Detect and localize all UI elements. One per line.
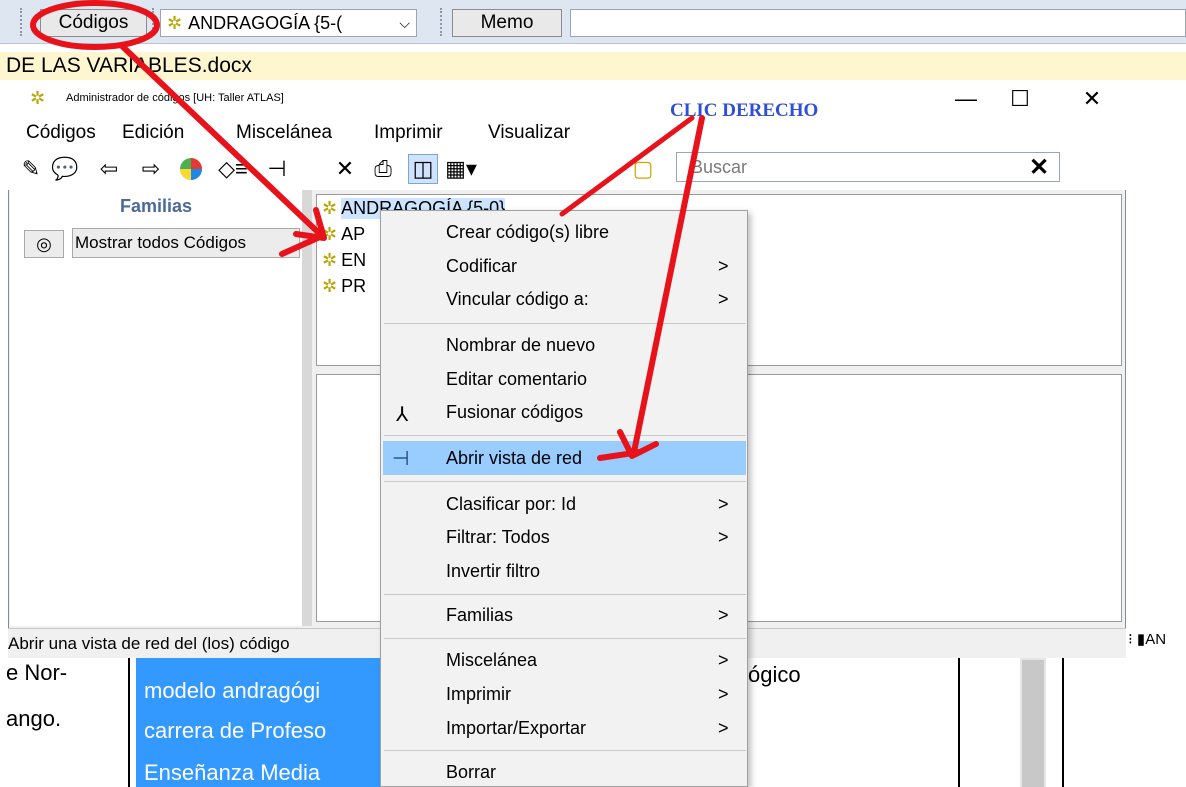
arrow-right-icon[interactable]: ⇨ [136,154,166,184]
code-sun-icon: ✲ [322,197,338,218]
menu-item-invertir-filtro[interactable]: Invertir filtro [446,561,540,582]
search-input[interactable]: Buscar [676,152,1060,182]
menu-edicion[interactable]: Edición [122,122,184,144]
menu-separator [384,750,746,751]
window-title: Administrador de códigos [UH: Taller ATL… [66,92,284,104]
comment-icon[interactable]: 💬 [50,154,80,184]
app-icon: ✲ [30,88,46,108]
chevron-right-icon: > [718,718,729,738]
code-list-icon[interactable]: ◇≡ [218,154,248,184]
code-label: EN [341,249,367,270]
menu-imprimir[interactable]: Imprimir [374,122,443,144]
chevron-right-icon: > [718,256,729,276]
memo-field[interactable] [570,9,1186,37]
toolbar-grip[interactable] [152,8,156,36]
code-label: AP [341,223,366,244]
chevron-right-icon: > [718,650,729,670]
menu-item-borrar[interactable]: Borrar [446,762,496,783]
menu-item-crear-codigo[interactable]: Crear código(s) libre [446,222,609,243]
document-text: ango. [6,706,62,731]
menu-item-imprimir[interactable]: Imprimir [446,684,511,705]
document-text: carrera de Profeso [144,718,327,743]
clear-search-icon[interactable]: ✕ [1024,153,1054,181]
new-code-icon[interactable]: ✎ [16,154,46,184]
menu-separator [384,594,746,595]
document-title: DE LAS VARIABLES.docx [0,52,1186,80]
show-all-codes-button[interactable]: Mostrar todos Códigos [72,228,300,258]
code-sun-icon: ✲ [322,223,338,244]
menu-separator [384,323,746,324]
codigos-button[interactable]: Códigos [40,9,147,37]
network-view-icon: ⊣ [392,448,410,470]
document-text: Enseñanza Media [144,760,321,785]
chevron-right-icon: > [718,527,729,547]
document-text: modelo andragógi [144,678,321,703]
merge-icon: ⅄ [396,404,409,426]
code-combo[interactable]: ✲ ANDRAGOGÍA {5-( ⌵ [160,9,417,37]
document-scroll-thumb[interactable] [1022,660,1044,787]
highlight-icon[interactable]: ▢ [628,154,658,184]
menu-item-filtrar[interactable]: Filtrar: Todos [446,527,550,548]
menu-item-abrir-vista-red[interactable]: Abrir vista de red [446,448,582,469]
list-item[interactable]: ✲ EN [322,248,366,272]
menu-separator [384,638,746,639]
code-combo-value: ANDRAGOGÍA {5-( [188,12,343,33]
chevron-down-icon[interactable]: ⌵ [399,15,416,32]
view-options-icon[interactable]: ▦▾ [445,154,477,184]
document-text: e Nor- [6,660,68,685]
chevron-right-icon: > [718,494,729,514]
chevron-right-icon: > [718,289,729,309]
menu-separator [384,435,746,436]
list-item[interactable]: ✲ PR [322,274,366,298]
menu-visualizar[interactable]: Visualizar [488,122,570,144]
annotation-label: CLIC DERECHO [670,100,819,121]
toolbar-grip[interactable] [20,8,24,36]
menu-item-fusionar[interactable]: Fusionar códigos [446,402,583,423]
menu-item-codificar[interactable]: Codificar [446,256,517,277]
chevron-right-icon: > [718,684,729,704]
chevron-right-icon: > [718,605,729,625]
code-sun-icon: ✲ [167,12,183,33]
code-label: PR [341,275,367,296]
menu-separator [384,481,746,482]
family-icon[interactable]: ◎ [24,230,64,258]
menu-codigos[interactable]: Códigos [26,122,96,144]
list-item[interactable]: ✲ AP [322,222,365,246]
toolbar-grip[interactable] [440,8,444,36]
delete-icon[interactable]: ✕ [330,154,360,184]
close-icon[interactable]: ✕ [1068,84,1116,114]
minimize-icon[interactable]: — [942,84,990,114]
menu-item-importar-exportar[interactable]: Importar/Exportar [446,718,586,739]
code-sun-icon: ✲ [322,249,338,270]
maximize-icon[interactable]: ☐ [996,84,1044,114]
menu-item-renombrar[interactable]: Nombrar de nuevo [446,335,595,356]
menu-miscelanea[interactable]: Miscelánea [236,122,332,144]
menu-item-vincular[interactable]: Vincular código a: [446,289,589,310]
families-header: Familias [119,196,193,216]
table-border [958,640,960,787]
table-border [128,640,130,787]
arrow-left-icon[interactable]: ⇦ [94,154,124,184]
print-icon[interactable]: ⎙ [368,154,398,184]
network-icon[interactable]: ⊣ [262,154,292,184]
menu-item-clasificar[interactable]: Clasificar por: Id [446,494,576,515]
status-right: ⁝ ▮AN [1128,631,1167,648]
memo-button[interactable]: Memo [452,9,562,37]
menu-item-miscelanea[interactable]: Miscelánea [446,650,537,671]
table-border [1062,640,1064,787]
pane-toggle-icon[interactable]: ◫ [408,154,438,184]
document-text: ógico [748,662,801,687]
pane-splitter[interactable] [302,190,312,626]
menu-item-editar-comentario[interactable]: Editar comentario [446,369,587,390]
menu-item-familias[interactable]: Familias [446,605,513,626]
color-wheel-icon[interactable] [176,154,206,184]
code-sun-icon: ✲ [322,275,338,296]
